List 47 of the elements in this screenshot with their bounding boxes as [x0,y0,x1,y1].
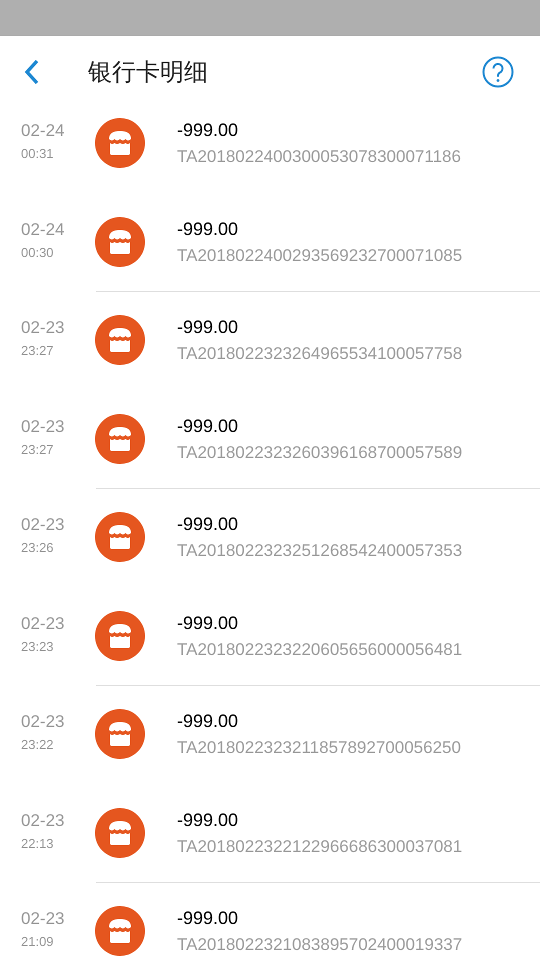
shop-icon [95,808,145,858]
transaction-amount: -999.00 [177,218,238,240]
transaction-time: 23:23 [21,638,54,656]
transaction-time: 23:22 [21,736,54,754]
transaction-amount: -999.00 [177,907,238,929]
transaction-date: 02-23 [21,416,64,438]
transaction-time: 23:26 [21,539,54,557]
transaction-time: 23:27 [21,440,54,458]
transaction-time: 00:30 [21,244,54,262]
transaction-date: 02-24 [21,218,64,240]
transaction-number: TA2018022400293569232700071085 [177,244,462,266]
transaction-time: 21:09 [21,933,54,951]
shop-icon [95,118,145,168]
shop-icon [95,414,145,464]
transaction-number: TA2018022323220605656000056481 [177,638,462,660]
transaction-amount: -999.00 [177,119,238,141]
transaction-amount: -999.00 [177,808,238,830]
page-title: 银行卡明细 [88,57,209,88]
transaction-date: 02-23 [21,514,64,536]
transaction-date: 02-23 [21,317,64,339]
transaction-amount: -999.00 [177,414,238,436]
transaction-date: 02-23 [21,711,64,733]
transaction-date: 02-24 [21,120,64,142]
transaction-time: 22:13 [21,834,54,852]
shop-icon [95,906,145,956]
transaction-number: TA2018022321083895702400019337 [177,934,462,956]
transaction-number: TA2018022323264965534100057758 [177,343,462,365]
transaction-number: TA2018022322122966686300037081 [177,836,462,858]
transaction-number: TA2018022323211857892700056250 [177,737,461,759]
shop-icon [95,216,145,266]
shop-icon [95,610,145,660]
transaction-date: 02-23 [21,612,64,634]
transaction-time: 23:27 [21,342,54,360]
transaction-number: TA2018022323260396168700057589 [177,442,462,464]
transaction-amount: -999.00 [177,710,238,732]
transaction-amount: -999.00 [177,316,238,338]
transaction-date: 02-23 [21,908,64,930]
transaction-amount: -999.00 [177,513,238,535]
shop-icon [95,315,145,365]
transaction-number: TA2018022323251268542400057353 [177,540,462,562]
transaction-time: 00:31 [21,145,54,163]
transaction-amount: -999.00 [177,612,238,634]
shop-icon [95,709,145,759]
shop-icon [95,512,145,562]
transaction-number: TA2018022400300053078300071186 [177,146,461,168]
help-icon[interactable] [482,56,514,88]
transaction-date: 02-23 [21,810,64,832]
